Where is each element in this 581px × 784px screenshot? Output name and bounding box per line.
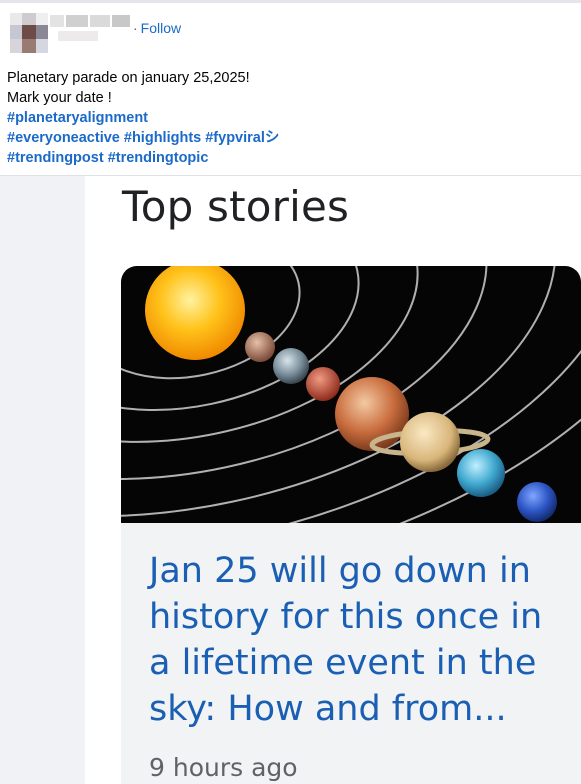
headline-line: a lifetime event in the <box>149 643 537 683</box>
post-text-line: Mark your date ! <box>7 90 112 106</box>
top-stories-heading: Top stories <box>122 182 350 231</box>
story-card[interactable]: Jan 25 will go down in history for this … <box>121 266 581 784</box>
hashtag-line[interactable]: #everyoneactive #highlights #fypviralシ <box>7 128 279 148</box>
author-name-blurred[interactable] <box>50 15 130 29</box>
author-meta-blurred <box>58 31 98 41</box>
follow-link[interactable]: · Follow <box>133 20 181 36</box>
follow-label[interactable]: Follow <box>141 20 181 36</box>
post-text-line: Planetary parade on january 25,2025! <box>7 70 250 86</box>
headline-line: history for this once in <box>149 597 543 637</box>
solar-system-image <box>121 266 581 523</box>
headline-line: sky: How and from... <box>149 689 507 729</box>
left-gutter <box>0 176 85 784</box>
facebook-post: · Follow Planetary parade on january 25,2… <box>0 0 581 176</box>
hashtag-line[interactable]: #planetaryalignment <box>7 108 279 128</box>
avatar[interactable] <box>10 13 48 53</box>
follow-separator: · <box>133 20 138 36</box>
story-timestamp: 9 hours ago <box>149 753 298 782</box>
post-header <box>10 13 48 53</box>
story-headline[interactable]: Jan 25 will go down in history for this … <box>149 548 569 732</box>
hashtag-line[interactable]: #trendingpost #trendingtopic <box>7 148 279 168</box>
headline-line: Jan 25 will go down in <box>149 551 531 591</box>
post-body: Planetary parade on january 25,2025! Mar… <box>7 68 279 168</box>
